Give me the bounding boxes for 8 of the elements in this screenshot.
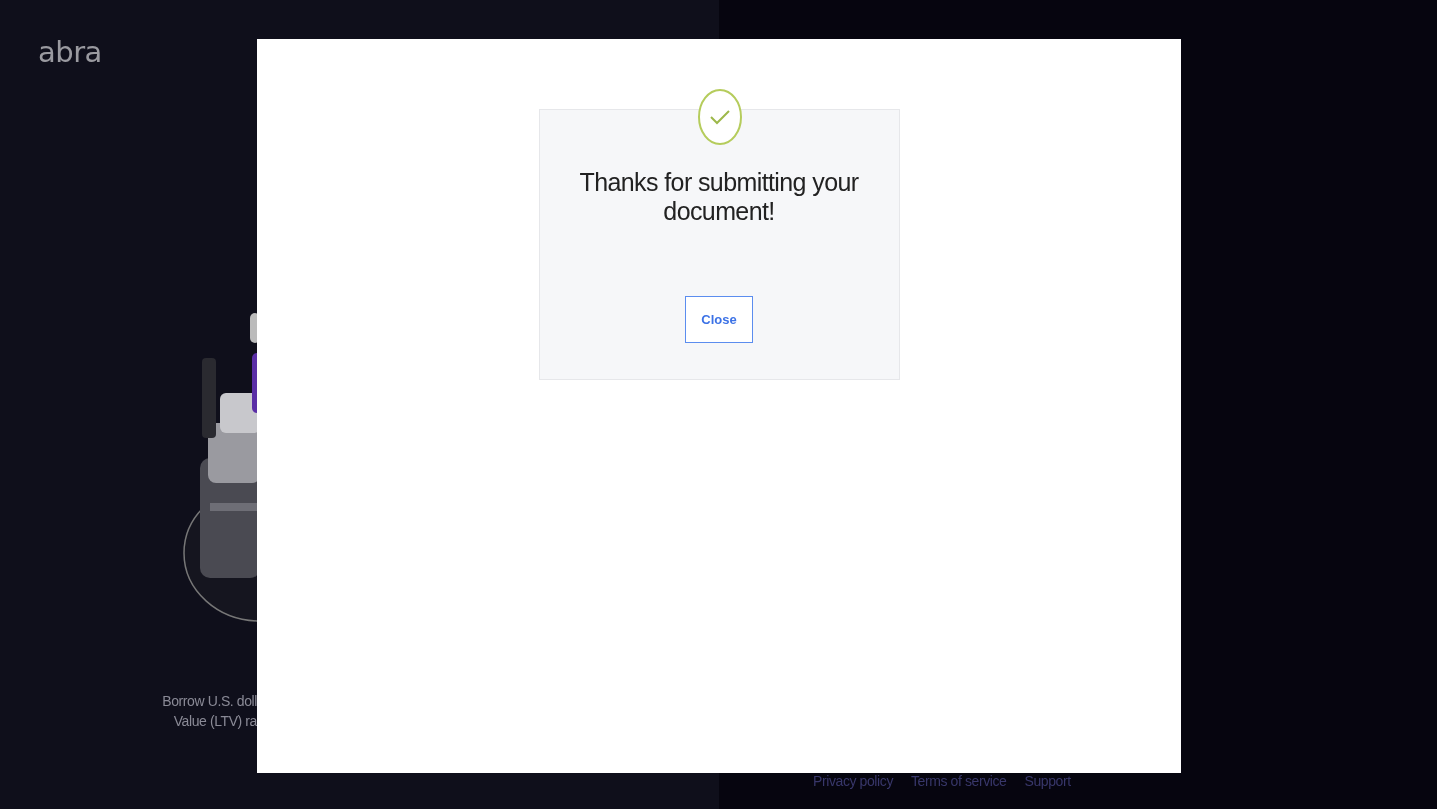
logo: abra (38, 36, 102, 68)
modal-title: Thanks for submitting your document! (578, 168, 860, 226)
caption-text: Borrow U.S. doll (162, 692, 257, 711)
caption-text: Value (LTV) ra (173, 712, 257, 731)
footer-link[interactable]: Terms of service (911, 773, 1007, 789)
close-button[interactable]: Close (685, 296, 753, 343)
footer-link[interactable]: Privacy policy (813, 773, 893, 789)
footer-link[interactable]: Support (1024, 773, 1071, 789)
